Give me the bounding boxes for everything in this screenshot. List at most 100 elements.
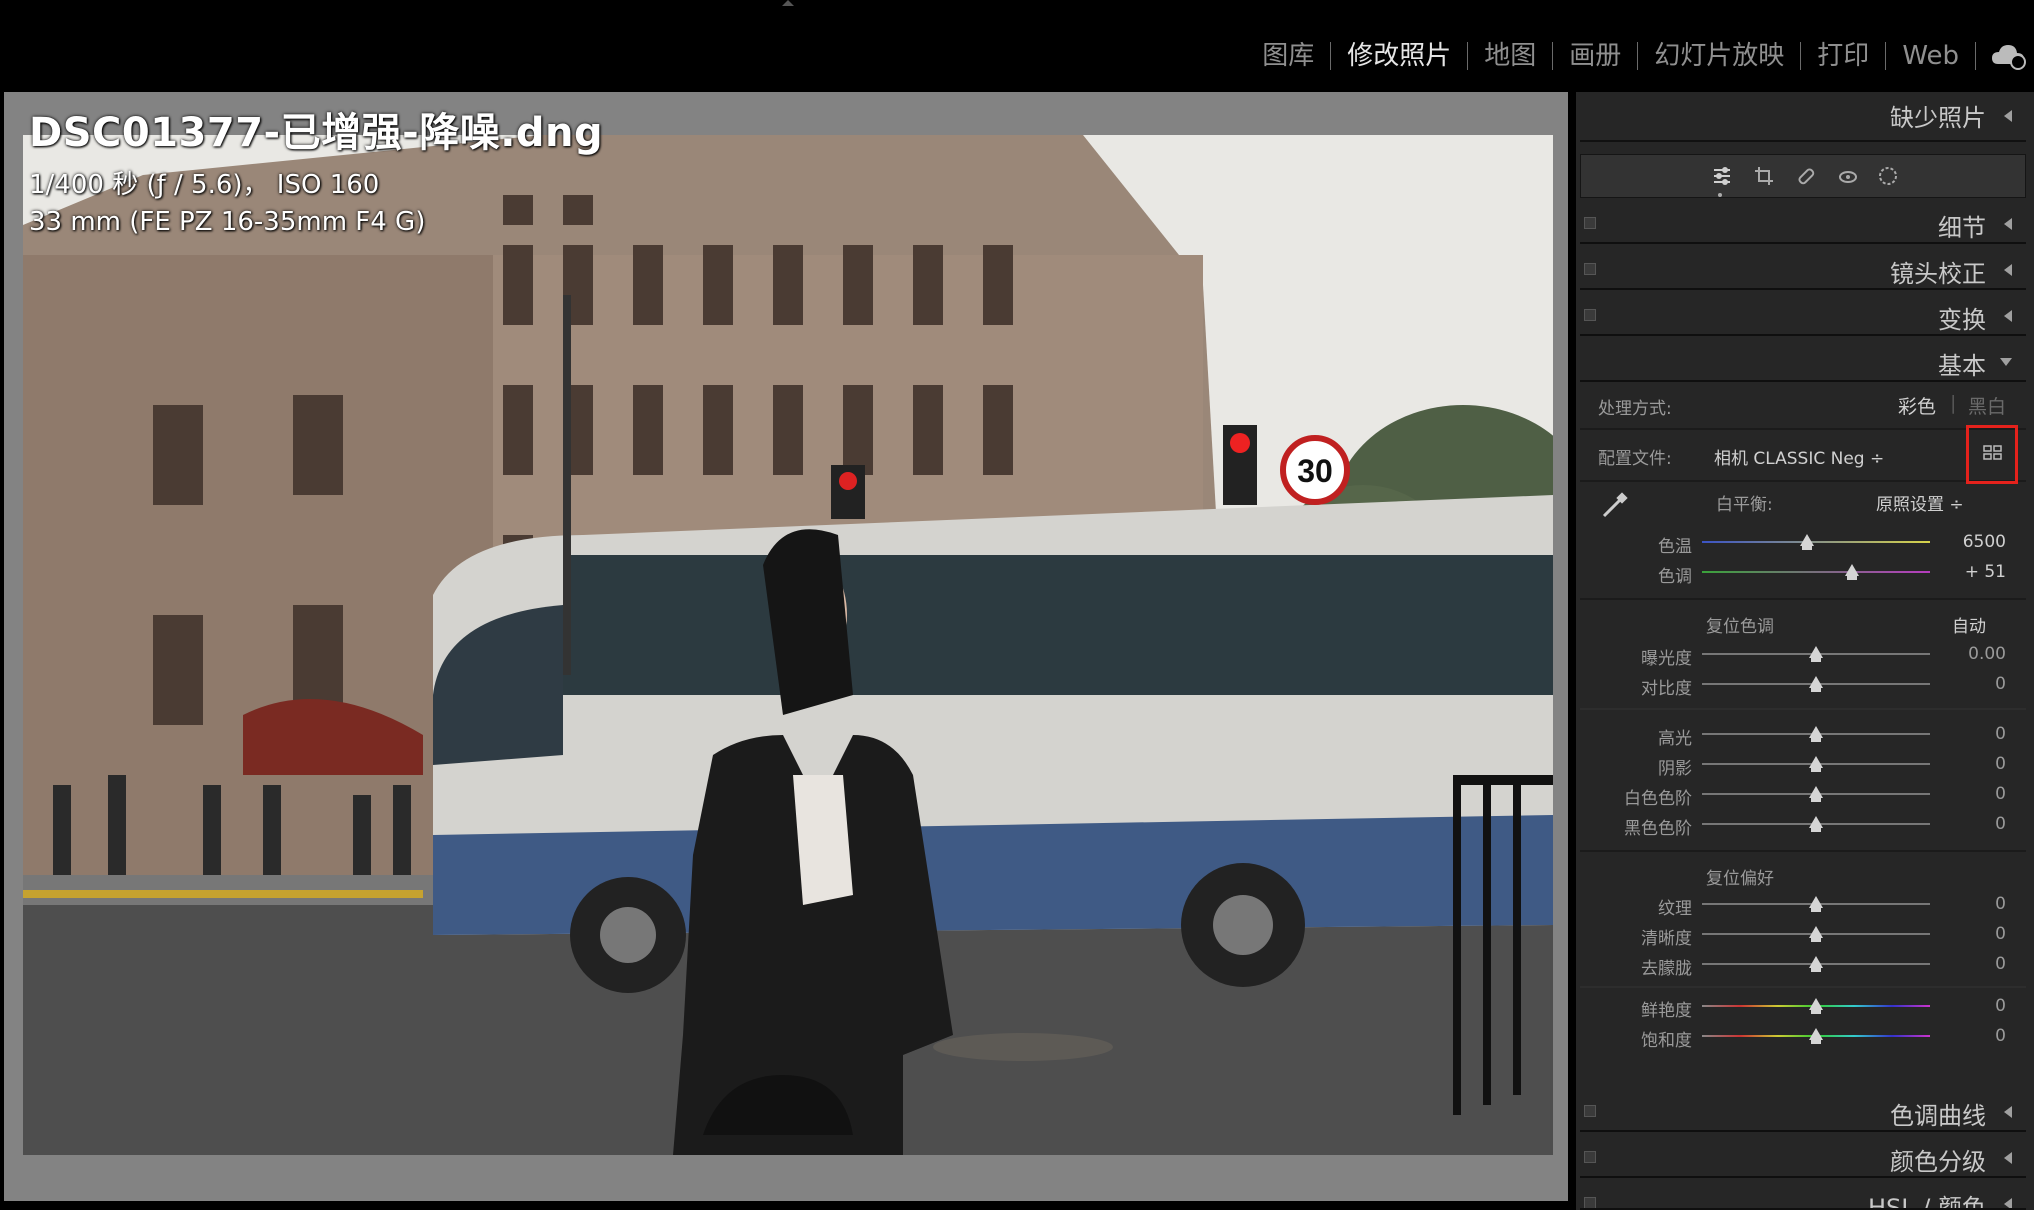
section-toggle-switch[interactable] [1584,309,1596,321]
treatment-color-option[interactable]: 彩色 [1898,392,1936,419]
module-library[interactable]: 图库 [1246,36,1330,76]
exposure-value[interactable]: 0.00 [1930,644,2006,664]
exposure-slider[interactable] [1702,646,1930,662]
module-develop[interactable]: 修改照片 [1331,36,1467,76]
tone-reset-label[interactable]: 复位色调 [1706,612,1774,637]
contrast-slider[interactable] [1702,676,1930,692]
section-tone-curve-header[interactable]: 色调曲线 [1580,1090,2026,1132]
dehaze-value[interactable]: 0 [1930,954,2006,974]
photo-exposure-info: 1/400 秒 (ƒ / 5.6)， ISO 160 [29,170,380,200]
presence-reset-label[interactable]: 复位偏好 [1706,864,1774,889]
module-print[interactable]: 打印 [1801,36,1885,76]
tint-value[interactable]: + 51 [1930,562,2006,582]
collapse-triangle-icon[interactable] [2004,1152,2012,1164]
row-divider [1580,850,2026,852]
collapse-triangle-icon[interactable] [2004,110,2012,122]
healing-brush-icon[interactable] [1795,165,1817,187]
whites-value[interactable]: 0 [1930,784,2006,804]
tool-strip [1580,154,2026,198]
whites-label: 白色色阶 [1624,789,1692,809]
vibrance-value[interactable]: 0 [1930,996,2006,1016]
edit-sliders-icon[interactable] [1711,165,1733,187]
wb-label: 白平衡: [1716,495,1773,515]
basic-section-body: 处理方式: 彩色 | 黑白 配置文件: 相机 CLASSIC Neg ÷ 白平衡… [1580,382,2026,1086]
module-web[interactable]: Web [1886,36,1975,76]
clarity-value[interactable]: 0 [1930,924,2006,944]
collapse-triangle-icon[interactable] [2004,264,2012,276]
masking-icon[interactable] [1877,165,1899,187]
texture-slider[interactable] [1702,896,1930,912]
section-color-grading-label: 颜色分级 [1890,1148,1986,1176]
profile-select[interactable]: 相机 CLASSIC Neg ÷ [1714,444,1884,469]
photo-canvas: 30 DSC01377-已增强-降噪.dng 1/400 秒 (ƒ / 5.6)… [4,92,1568,1201]
clarity-label: 清晰度 [1641,929,1692,949]
shadows-slider[interactable] [1702,756,1930,772]
profile-label: 配置文件: [1598,449,1672,469]
blacks-slider[interactable] [1702,816,1930,832]
photo-filename: DSC01377-已增强-降噪.dng [29,110,604,156]
section-basic-label: 基本 [1938,352,1986,380]
eyedropper-icon[interactable] [1598,490,1630,522]
vibrance-slider[interactable] [1702,998,1930,1014]
collapse-triangle-icon[interactable] [2004,1106,2012,1118]
module-divider [1975,42,1976,70]
active-tool-indicator [1718,193,1722,197]
section-toggle-switch[interactable] [1584,1105,1596,1117]
clarity-slider[interactable] [1702,926,1930,942]
section-basic-header[interactable]: 基本 [1580,340,2026,382]
dehaze-slider[interactable] [1702,956,1930,972]
wb-select[interactable]: 原照设置 ÷ [1876,490,1964,515]
row-divider [1580,708,2026,710]
cloud-sync-icon[interactable] [1990,42,2026,70]
auto-button[interactable]: 自动 [1952,612,1986,637]
shadows-value[interactable]: 0 [1930,754,2006,774]
section-transform-header[interactable]: 变换 [1580,294,2026,336]
crop-icon[interactable] [1753,165,1775,187]
red-eye-icon[interactable] [1837,165,1859,187]
expand-triangle-icon[interactable] [2000,358,2012,366]
treatment-label: 处理方式: [1598,399,1672,419]
top-panel-toggle-icon[interactable] [782,0,794,6]
photo-preview[interactable]: 30 [23,135,1553,1155]
section-toggle-switch[interactable] [1584,1151,1596,1163]
section-hsl-header[interactable]: HSL / 颜色 [1580,1182,2026,1210]
highlights-label: 高光 [1658,729,1692,749]
collapse-triangle-icon[interactable] [2004,310,2012,322]
highlights-slider[interactable] [1702,726,1930,742]
section-color-grading-header[interactable]: 颜色分级 [1580,1136,2026,1178]
module-slideshow[interactable]: 幻灯片放映 [1638,36,1800,76]
section-detail-label: 细节 [1938,214,1986,242]
highlights-value[interactable]: 0 [1930,724,2006,744]
treatment-separator: | [1950,392,1957,414]
photo-lens-info: 33 mm (FE PZ 16-35mm F4 G) [29,207,426,237]
saturation-slider[interactable] [1702,1028,1930,1044]
treatment-bw-option[interactable]: 黑白 [1968,392,2006,419]
temp-label: 色温 [1658,537,1692,557]
navigator-header[interactable]: 缺少照片 [1580,92,2026,142]
saturation-value[interactable]: 0 [1930,1026,2006,1046]
section-toggle-switch[interactable] [1584,1197,1596,1208]
photo-info-overlay: DSC01377-已增强-降噪.dng 1/400 秒 (ƒ / 5.6)， I… [29,100,603,237]
section-lens-header[interactable]: 镜头校正 [1580,248,2026,290]
collapse-triangle-icon[interactable] [2004,1198,2012,1208]
contrast-value[interactable]: 0 [1930,674,2006,694]
whites-slider[interactable] [1702,786,1930,802]
section-toggle-switch[interactable] [1584,263,1596,275]
vibrance-label: 鲜艳度 [1641,1001,1692,1021]
tint-slider[interactable] [1702,564,1930,580]
dehaze-label: 去朦胧 [1641,959,1692,979]
shadows-label: 阴影 [1658,759,1692,779]
section-toggle-switch[interactable] [1584,217,1596,229]
exposure-label: 曝光度 [1641,649,1692,669]
module-book[interactable]: 画册 [1553,36,1637,76]
texture-value[interactable]: 0 [1930,894,2006,914]
temp-value[interactable]: 6500 [1930,532,2006,552]
section-detail-header[interactable]: 细节 [1580,202,2026,244]
row-divider [1580,986,2026,988]
section-lens-label: 镜头校正 [1890,260,1986,288]
contrast-label: 对比度 [1641,679,1692,699]
module-map[interactable]: 地图 [1468,36,1552,76]
temp-slider[interactable] [1702,534,1930,550]
blacks-value[interactable]: 0 [1930,814,2006,834]
collapse-triangle-icon[interactable] [2004,218,2012,230]
